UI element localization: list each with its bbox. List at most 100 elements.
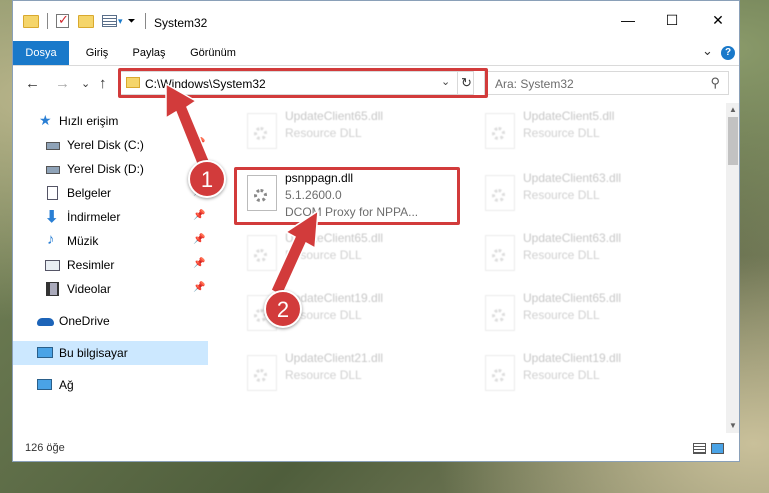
- list-item[interactable]: UpdateClient65.dll Resource DLL: [237, 105, 457, 157]
- dll-file-icon: [485, 113, 515, 149]
- list-item[interactable]: UpdateClient21.dll Resource DLL: [237, 347, 457, 399]
- search-placeholder: Ara: System32: [495, 77, 574, 91]
- sidebar-item-label: Videolar: [67, 282, 111, 296]
- sidebar-item-label: Belgeler: [67, 186, 112, 200]
- customize-view-icon[interactable]: [102, 15, 117, 27]
- callout-badge-2: 2: [264, 290, 302, 328]
- dll-file-icon: [485, 295, 515, 331]
- minimize-button[interactable]: —: [621, 13, 635, 27]
- maximize-button[interactable]: ☐: [665, 13, 679, 27]
- sidebar-item-label: Müzik: [67, 234, 99, 248]
- ribbon-expand-icon[interactable]: ⌄: [702, 43, 713, 59]
- file-type: Resource DLL: [285, 248, 362, 262]
- toolbar-divider: [144, 13, 146, 29]
- properties-check-icon[interactable]: [56, 12, 69, 28]
- download-icon: ⬇: [45, 209, 59, 226]
- file-description: DCOM Proxy for NPPA...: [285, 205, 419, 219]
- file-name: UpdateClient63.dll: [523, 231, 622, 245]
- toolbar-divider: [47, 13, 48, 29]
- list-item[interactable]: UpdateClient63.dll Resource DLL: [475, 227, 695, 279]
- file-name: UpdateClient19.dll: [523, 351, 622, 365]
- tab-paylas[interactable]: Paylaş: [125, 41, 173, 65]
- scroll-up-icon[interactable]: ▲: [726, 105, 739, 114]
- callout-badge-1: 1: [188, 160, 226, 198]
- network-icon: [37, 379, 52, 390]
- help-icon[interactable]: ?: [721, 46, 735, 60]
- quick-access-toolbar: ▾ ⏷: [23, 12, 146, 29]
- video-icon: [46, 282, 59, 296]
- scrollbar-thumb[interactable]: [728, 117, 738, 165]
- pin-icon[interactable]: 📌: [193, 282, 205, 293]
- navigation-pane: ★ Hızlı erişim Yerel Disk (C:) 📌 Yerel D…: [13, 103, 208, 433]
- tab-gorunum[interactable]: Görünüm: [181, 41, 245, 65]
- list-item[interactable]: UpdateClient19.dll Resource DLL: [475, 347, 695, 399]
- dll-file-icon: [247, 175, 277, 211]
- close-button[interactable]: ✕: [711, 13, 725, 27]
- dll-file-icon: [247, 235, 277, 271]
- sidebar-item-disk-d[interactable]: Yerel Disk (D:) 📌: [13, 157, 208, 181]
- sidebar-item-disk-c[interactable]: Yerel Disk (C:) 📌: [13, 133, 208, 157]
- file-explorer-window: ▾ ⏷ System32 — ☐ ✕ Dosya Giriş Paylaş Gö…: [12, 0, 740, 462]
- customize-toolbar-icon[interactable]: ⏷: [128, 16, 136, 27]
- pin-icon[interactable]: 📌: [193, 210, 205, 221]
- address-highlight-box: [118, 68, 488, 98]
- tab-giris[interactable]: Giriş: [77, 41, 117, 65]
- star-icon: ★: [39, 112, 52, 128]
- folder-icon: [23, 14, 39, 28]
- sidebar-item-label: Ağ: [59, 378, 74, 392]
- file-type: Resource DLL: [285, 126, 362, 140]
- new-folder-icon[interactable]: [78, 14, 94, 28]
- sidebar-item-resimler[interactable]: Resimler 📌: [13, 253, 208, 277]
- sidebar-item-bu-bilgisayar[interactable]: Bu bilgisayar: [13, 341, 208, 365]
- forward-button[interactable]: →: [55, 75, 70, 92]
- list-item[interactable]: UpdateClient65.dll Resource DLL: [475, 287, 695, 339]
- search-icon[interactable]: ⚲: [710, 75, 720, 91]
- list-item[interactable]: UpdateClient63.dll Resource DLL: [475, 167, 695, 219]
- ribbon-tabs: Dosya Giriş Paylaş Görünüm: [13, 41, 739, 65]
- pin-icon[interactable]: 📌: [193, 138, 205, 149]
- pin-icon[interactable]: 📌: [193, 258, 205, 269]
- cloud-icon: [37, 318, 54, 326]
- sidebar-item-label: Resimler: [67, 258, 115, 272]
- sidebar-item-videolar[interactable]: Videolar 📌: [13, 277, 208, 301]
- file-name: UpdateClient63.dll: [523, 171, 622, 185]
- tab-dosya[interactable]: Dosya: [13, 41, 69, 65]
- drive-icon: [46, 142, 60, 150]
- search-box[interactable]: Ara: System32 ⚲: [484, 71, 729, 95]
- large-icons-view-icon[interactable]: [711, 443, 724, 454]
- dll-file-icon: [485, 235, 515, 271]
- file-name: UpdateClient65.dll: [523, 291, 622, 305]
- up-button[interactable]: ↑: [99, 75, 107, 92]
- sidebar-item-indirmeler[interactable]: ⬇ İndirmeler 📌: [13, 205, 208, 229]
- recent-locations-button[interactable]: ⌄: [81, 77, 90, 90]
- sidebar-item-label: Hızlı erişim: [59, 114, 119, 128]
- sidebar-item-belgeler[interactable]: Belgeler 📌: [13, 181, 208, 205]
- back-button[interactable]: ←: [25, 75, 40, 92]
- sidebar-item-label: Yerel Disk (D:): [67, 162, 144, 176]
- details-view-icon[interactable]: [693, 443, 706, 454]
- sidebar-item-quick-access[interactable]: ★ Hızlı erişim: [13, 109, 208, 133]
- sidebar-item-ag[interactable]: Ağ: [13, 373, 208, 397]
- dll-file-icon: [485, 175, 515, 211]
- window-title: System32: [154, 16, 208, 30]
- file-type: Resource DLL: [285, 368, 362, 382]
- list-item-psnppagn-dll[interactable]: psnppagn.dll 5.1.2600.0 DCOM Proxy for N…: [237, 167, 457, 219]
- sidebar-item-label: İndirmeler: [67, 210, 121, 224]
- pin-icon[interactable]: 📌: [193, 234, 205, 245]
- sidebar-item-label: OneDrive: [59, 314, 110, 328]
- pictures-icon: [45, 260, 60, 271]
- sidebar-item-muzik[interactable]: ♪ Müzik 📌: [13, 229, 208, 253]
- document-icon: [47, 186, 58, 200]
- list-item[interactable]: UpdateClient5.dll Resource DLL: [475, 105, 695, 157]
- title-bar: ▾ ⏷ System32 — ☐ ✕: [13, 1, 739, 41]
- dropdown-arrow-icon[interactable]: ▾: [118, 16, 123, 27]
- vertical-scrollbar[interactable]: ▲ ▼: [726, 103, 739, 433]
- file-type: Resource DLL: [523, 308, 600, 322]
- list-item[interactable]: UpdateClient65.dll Resource DLL: [237, 227, 457, 279]
- file-name: UpdateClient21.dll: [285, 351, 384, 365]
- file-type: Resource DLL: [523, 126, 600, 140]
- file-name: psnppagn.dll: [285, 171, 354, 185]
- sidebar-item-onedrive[interactable]: OneDrive: [13, 309, 208, 333]
- scroll-down-icon[interactable]: ▼: [726, 421, 739, 430]
- file-type: Resource DLL: [523, 368, 600, 382]
